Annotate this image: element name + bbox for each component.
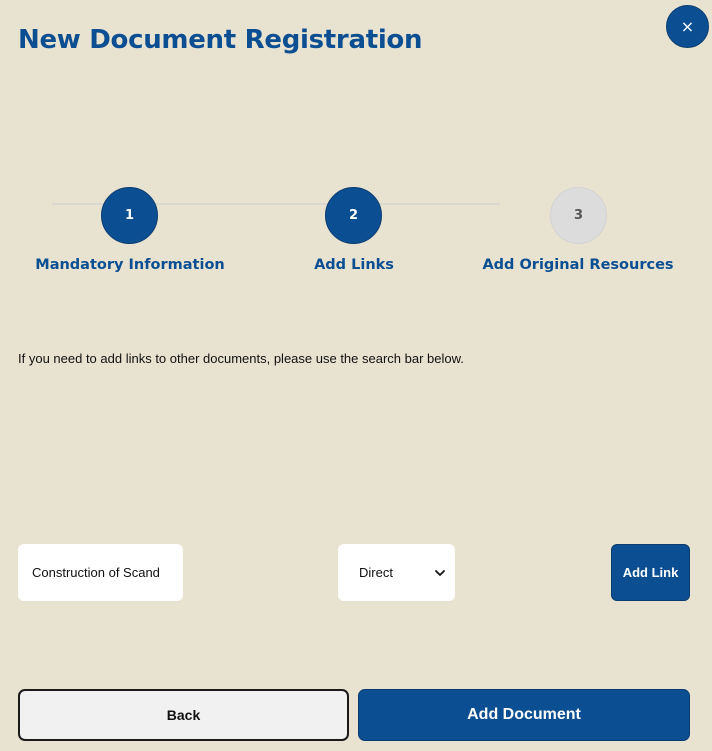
step-2-label: Add Links [314, 257, 394, 273]
step-1-label: Mandatory Information [35, 257, 225, 273]
link-type-value: Direct [359, 565, 393, 580]
link-type-select[interactable]: Direct [338, 544, 455, 601]
step-1-circle: 1 [101, 187, 158, 244]
add-link-button[interactable]: Add Link [611, 544, 690, 601]
chevron-down-icon [435, 569, 445, 576]
close-icon: × [680, 16, 695, 36]
page-title: New Document Registration [18, 25, 423, 55]
step-2-number: 2 [348, 208, 359, 223]
instructions-text: If you need to add links to other docume… [18, 351, 464, 366]
step-2-circle: 2 [325, 187, 382, 244]
step-3-circle: 3 [550, 187, 607, 244]
add-document-button[interactable]: Add Document [358, 689, 690, 741]
back-button[interactable]: Back [18, 689, 349, 741]
step-1-number: 1 [124, 208, 135, 223]
document-search-input[interactable] [18, 544, 183, 601]
step-3-label: Add Original Resources [482, 257, 674, 273]
close-button[interactable]: × [666, 5, 709, 48]
step-3-number: 3 [573, 208, 584, 223]
